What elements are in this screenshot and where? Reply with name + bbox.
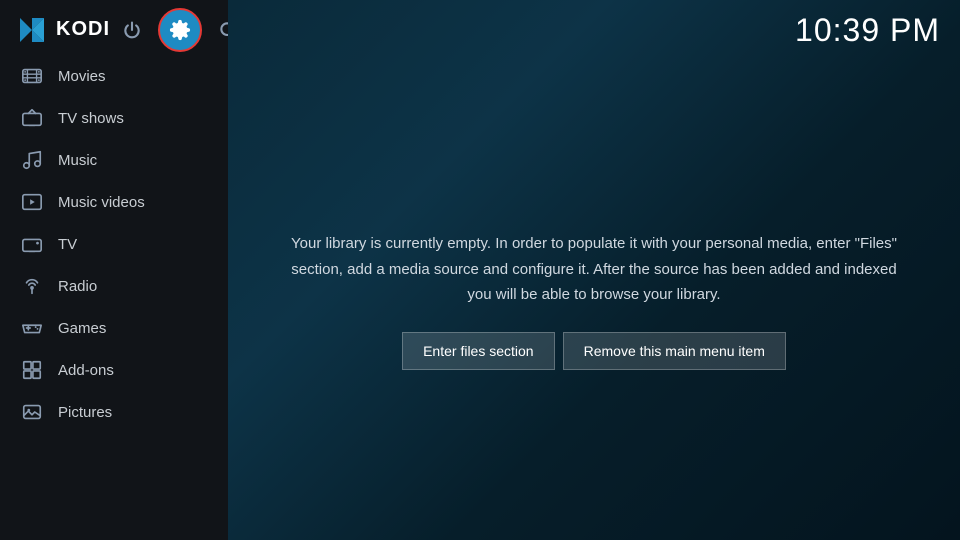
sidebar-item-tvshows[interactable]: TV shows: [0, 97, 228, 139]
action-buttons: Enter files section Remove this main men…: [288, 332, 900, 370]
sidebar-header: KODI: [0, 0, 228, 55]
sidebar-item-music-videos[interactable]: Music videos: [0, 181, 228, 223]
sidebar-item-tvshows-label: TV shows: [58, 110, 124, 127]
sidebar-item-movies[interactable]: Movies: [0, 55, 228, 97]
clock-display: 10:39 PM: [795, 12, 940, 49]
power-icon: [122, 20, 142, 40]
sidebar-item-addons[interactable]: Add-ons: [0, 349, 228, 391]
sidebar-item-pictures-label: Pictures: [58, 404, 112, 421]
addons-icon: [20, 358, 44, 382]
power-button[interactable]: [118, 16, 146, 44]
sidebar-item-tv[interactable]: TV: [0, 223, 228, 265]
main-content: 10:39 PM Your library is currently empty…: [228, 0, 960, 540]
sidebar-item-radio[interactable]: Radio: [0, 265, 228, 307]
topbar: 10:39 PM: [228, 0, 960, 61]
sidebar-item-tv-label: TV: [58, 236, 77, 253]
sidebar-item-addons-label: Add-ons: [58, 362, 114, 379]
radio-icon: [20, 274, 44, 298]
tv-icon: [20, 232, 44, 256]
sidebar-item-games[interactable]: Games: [0, 307, 228, 349]
music-icon: [20, 148, 44, 172]
library-message-container: Your library is currently empty. In orde…: [288, 231, 900, 370]
header-icons: [118, 8, 242, 52]
sidebar-item-music-videos-label: Music videos: [58, 194, 145, 211]
sidebar: KODI: [0, 0, 228, 540]
nav-list: Movies TV shows Music: [0, 55, 228, 540]
enter-files-button[interactable]: Enter files section: [402, 332, 555, 370]
sidebar-item-games-label: Games: [58, 320, 106, 337]
games-icon: [20, 316, 44, 340]
sidebar-item-music-label: Music: [58, 152, 97, 169]
settings-button[interactable]: [158, 8, 202, 52]
settings-icon: [169, 19, 191, 41]
kodi-logo-icon: [16, 14, 48, 46]
sidebar-item-pictures[interactable]: Pictures: [0, 391, 228, 433]
library-empty-text: Your library is currently empty. In orde…: [288, 231, 900, 308]
content-area: Your library is currently empty. In orde…: [228, 61, 960, 540]
tvshows-icon: [20, 106, 44, 130]
movies-icon: [20, 64, 44, 88]
app-title: KODI: [56, 18, 110, 41]
sidebar-item-music[interactable]: Music: [0, 139, 228, 181]
sidebar-item-movies-label: Movies: [58, 68, 106, 85]
music-videos-icon: [20, 190, 44, 214]
pictures-icon: [20, 400, 44, 424]
remove-menu-item-button[interactable]: Remove this main menu item: [563, 332, 786, 370]
sidebar-item-radio-label: Radio: [58, 278, 97, 295]
